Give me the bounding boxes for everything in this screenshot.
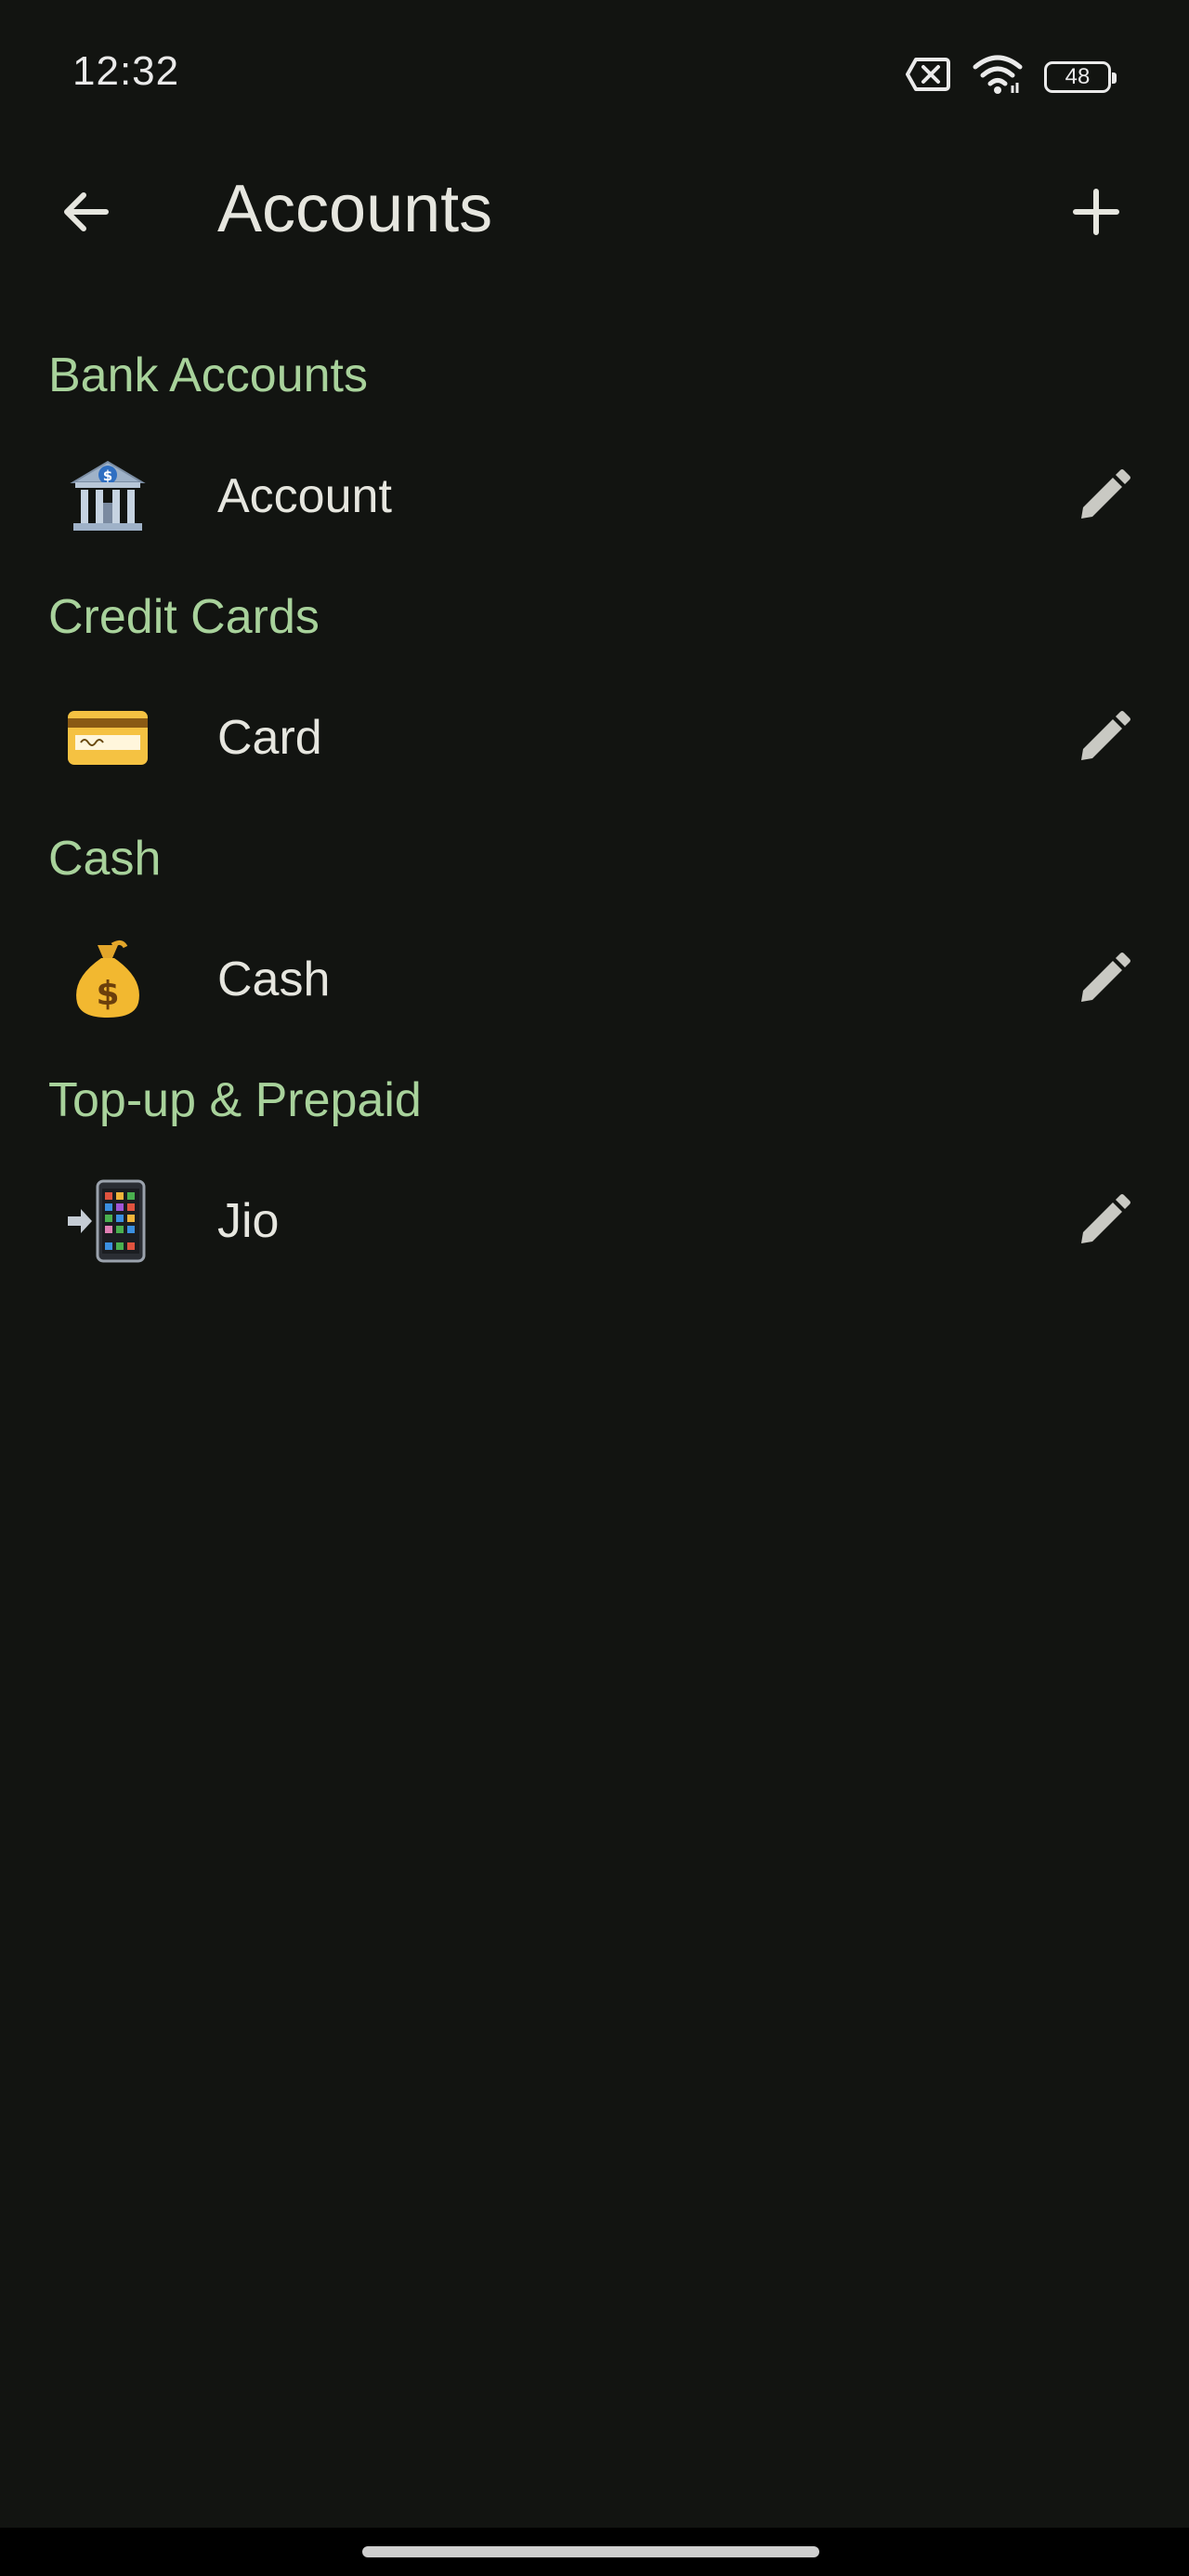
no-sim-icon [905, 56, 951, 98]
back-button[interactable] [41, 167, 130, 256]
mobile-arrow-icon [63, 1176, 152, 1266]
credit-card-icon [63, 693, 152, 782]
status-icons: 48 [905, 54, 1117, 99]
app-bar: Accounts [0, 149, 1189, 268]
wifi-icon [972, 54, 1024, 99]
account-row[interactable]: $ Account [0, 420, 1189, 572]
money-bag-icon: $ [63, 935, 152, 1024]
status-bar: 12:32 48 [0, 0, 1189, 149]
account-row[interactable]: Jio [0, 1145, 1189, 1297]
account-row[interactable]: $ Cash [0, 903, 1189, 1056]
battery-icon: 48 [1044, 60, 1117, 93]
edit-account-button[interactable] [1059, 452, 1148, 541]
accounts-list: Bank Accounts $ Account Credit Cards Car… [0, 331, 1189, 1297]
section-header-cash: Cash [48, 832, 162, 886]
svg-text:$: $ [103, 467, 112, 484]
edit-account-button[interactable] [1059, 935, 1148, 1024]
pencil-icon [1081, 469, 1130, 519]
bank-icon: $ [63, 452, 152, 541]
account-name: Cash [217, 953, 331, 1006]
battery-level: 48 [1065, 63, 1091, 89]
account-name: Jio [217, 1194, 280, 1248]
plus-icon [1073, 189, 1119, 235]
pencil-icon [1081, 1194, 1130, 1243]
section-header-top-up-prepaid: Top-up & Prepaid [48, 1073, 422, 1127]
add-account-button[interactable] [1052, 167, 1141, 256]
edit-account-button[interactable] [1059, 693, 1148, 782]
svg-text:$: $ [96, 975, 119, 1013]
home-gesture-handle[interactable] [362, 2546, 819, 2557]
page-title: Accounts [217, 172, 493, 246]
edit-account-button[interactable] [1059, 1176, 1148, 1266]
pencil-icon [1081, 711, 1130, 760]
account-row[interactable]: Card [0, 662, 1189, 814]
section-header-credit-cards: Credit Cards [48, 590, 320, 644]
account-name: Card [217, 711, 322, 765]
arrow-back-icon [64, 192, 109, 231]
account-name: Account [217, 469, 392, 523]
pencil-icon [1081, 953, 1130, 1002]
navigation-bar [0, 2528, 1189, 2576]
status-time: 12:32 [72, 48, 180, 94]
section-header-bank-accounts: Bank Accounts [48, 348, 368, 402]
